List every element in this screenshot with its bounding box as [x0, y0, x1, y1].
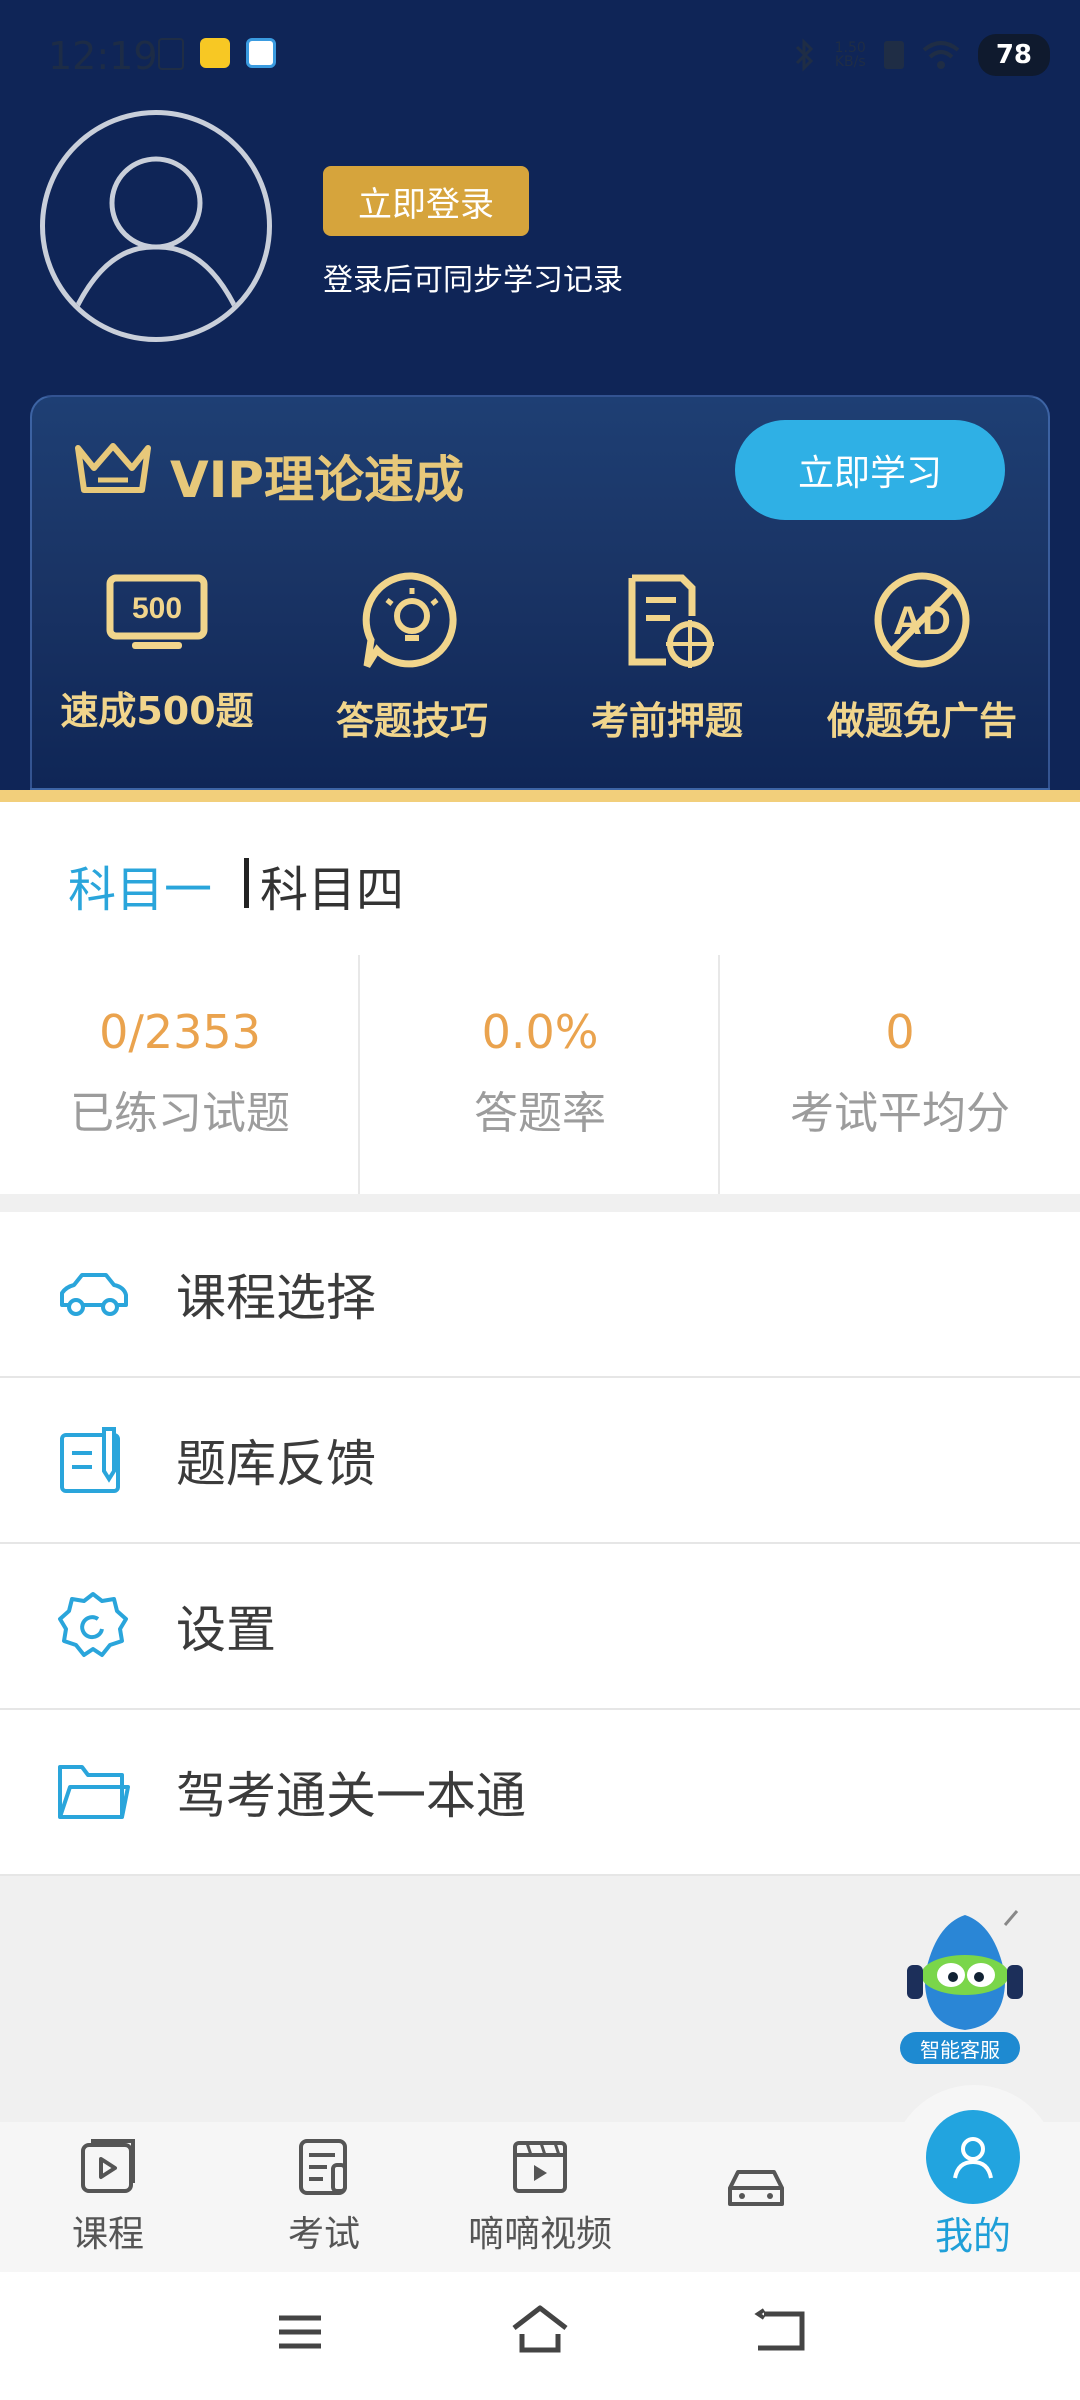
bulb-bubble-icon	[362, 572, 457, 668]
nav-video[interactable]: 嘀嘀视频	[460, 2135, 620, 2257]
menu-driving-guide[interactable]: 驾考通关一本通	[0, 1710, 1080, 1876]
play-box-icon	[81, 2139, 135, 2193]
stat-value: 0.0%	[481, 1005, 599, 1059]
user-icon	[953, 2137, 993, 2179]
menu-icon[interactable]	[275, 2312, 325, 2352]
back-icon[interactable]	[752, 2308, 808, 2354]
stat-answer-rate: 0.0% 答题率	[360, 1005, 720, 1141]
home-icon[interactable]	[510, 2304, 570, 2354]
stat-label: 答题率	[474, 1088, 606, 1139]
tab-subject-1[interactable]: 科目一	[68, 850, 212, 920]
stat-value: 0	[885, 1005, 915, 1059]
vip-title: VIP理论速成	[170, 451, 464, 509]
stat-practiced: 0/2353 已练习试题	[0, 1005, 360, 1141]
feature-no-ads[interactable]: AD 做题免广告	[807, 570, 1037, 745]
feature-tips[interactable]: 答题技巧	[297, 570, 527, 745]
clapper-icon	[513, 2141, 567, 2193]
menu-course-select[interactable]: 课程选择	[0, 1212, 1080, 1378]
divider	[0, 790, 1080, 802]
net-speed-unit: KB/s	[834, 54, 866, 70]
battery-indicator: 78	[977, 34, 1050, 76]
nav-car[interactable]	[676, 2160, 836, 2224]
menu-label: 题库反馈	[176, 1435, 376, 1493]
nav-label: 考试	[287, 2214, 360, 2255]
menu-label: 课程选择	[176, 1269, 376, 1327]
tab-divider	[244, 858, 249, 908]
tv-500-icon: 500	[106, 574, 208, 649]
sim-icon	[158, 38, 184, 70]
net-speed-value: 1.50	[834, 40, 866, 56]
nav-label: 嘀嘀视频	[467, 2214, 612, 2255]
feature-pre-exam[interactable]: 考前押题	[552, 570, 782, 745]
system-nav-bar	[0, 2272, 1080, 2400]
stat-label: 考试平均分	[790, 1088, 1010, 1139]
nav-label-active[interactable]: 我的	[893, 2205, 1053, 2260]
login-hint: 登录后可同步学习记录	[323, 263, 623, 298]
bluetooth-icon	[795, 38, 813, 72]
login-button[interactable]: 立即登录	[323, 166, 529, 236]
divider	[0, 1194, 1080, 1210]
wifi-icon	[922, 41, 960, 69]
menu-settings[interactable]: 设置	[0, 1544, 1080, 1710]
app-notification-icon	[200, 38, 230, 68]
svg-text:500: 500	[132, 592, 182, 625]
status-time: 12:19	[48, 34, 158, 78]
notification-icons	[158, 38, 276, 70]
sim-card-icon	[883, 41, 904, 69]
stat-value: 0/2353	[99, 1005, 261, 1059]
status-bar: 12:19 1.50 KB/s 78	[0, 0, 1080, 110]
nav-exam[interactable]: 考试	[244, 2135, 404, 2257]
crown-icon	[75, 443, 151, 493]
menu-label: 驾考通关一本通	[176, 1767, 526, 1825]
feature-fast-500[interactable]: 500 速成500题	[42, 570, 272, 735]
feature-label: 做题免广告	[826, 699, 1017, 743]
folder-icon	[58, 1765, 130, 1819]
car-icon	[60, 1273, 128, 1316]
feature-label: 考前押题	[590, 699, 743, 743]
status-right-icons: 1.50 KB/s 78	[793, 34, 1050, 76]
no-ad-icon: AD	[874, 572, 970, 668]
nav-mine[interactable]	[926, 2110, 1020, 2204]
exam-paper-icon	[299, 2139, 347, 2195]
app-notification-icon	[246, 38, 276, 68]
assistant-label[interactable]: 智能客服	[900, 2032, 1020, 2064]
nav-course[interactable]: 课程	[28, 2135, 188, 2257]
stat-label: 已练习试题	[70, 1088, 290, 1139]
exam-target-icon	[628, 574, 714, 668]
car-icon	[728, 2170, 784, 2206]
user-silhouette-icon	[70, 156, 242, 317]
nav-label: 课程	[71, 2214, 144, 2255]
stat-average-score: 0 考试平均分	[720, 1005, 1080, 1141]
net-speed: 1.50 KB/s	[835, 41, 866, 69]
edit-note-icon	[60, 1427, 120, 1493]
avatar[interactable]	[40, 110, 272, 342]
study-now-button[interactable]: 立即学习	[735, 420, 1005, 520]
feature-label: 答题技巧	[335, 699, 488, 743]
gear-icon	[58, 1592, 128, 1657]
menu-label: 设置	[176, 1601, 276, 1659]
tab-subject-4[interactable]: 科目四	[260, 850, 404, 920]
feature-label: 速成500题	[60, 689, 254, 733]
menu-question-feedback[interactable]: 题库反馈	[0, 1378, 1080, 1544]
